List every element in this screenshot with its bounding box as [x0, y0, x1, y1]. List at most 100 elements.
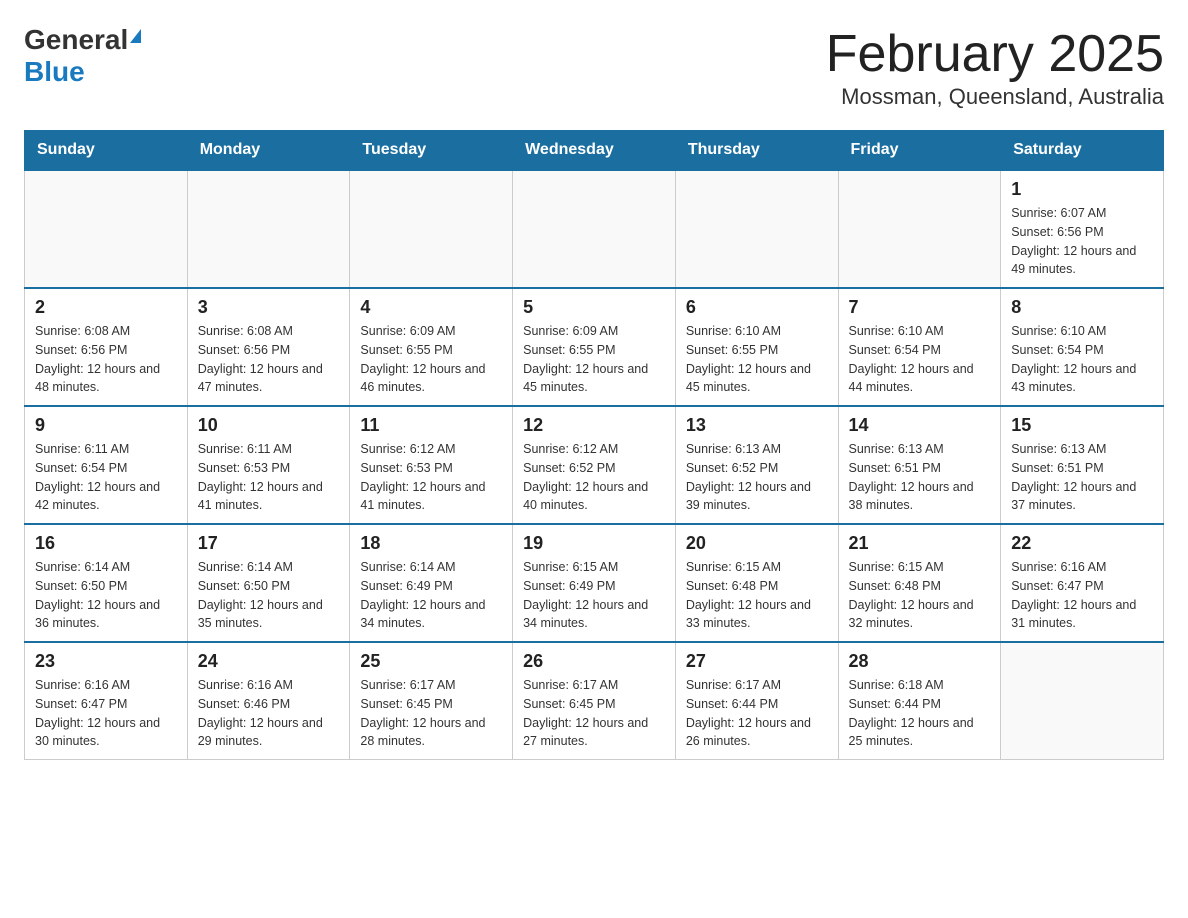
day-number: 3	[198, 297, 340, 318]
day-number: 21	[849, 533, 991, 554]
day-number: 25	[360, 651, 502, 672]
calendar-cell: 25 Sunrise: 6:17 AM Sunset: 6:45 PM Dayli…	[350, 642, 513, 760]
calendar-cell: 17 Sunrise: 6:14 AM Sunset: 6:50 PM Dayli…	[187, 524, 350, 642]
day-info: Sunrise: 6:08 AM Sunset: 6:56 PM Dayligh…	[35, 322, 177, 397]
day-info: Sunrise: 6:10 AM Sunset: 6:55 PM Dayligh…	[686, 322, 828, 397]
calendar-cell: 15 Sunrise: 6:13 AM Sunset: 6:51 PM Dayli…	[1001, 406, 1164, 524]
calendar-cell: 12 Sunrise: 6:12 AM Sunset: 6:52 PM Dayli…	[513, 406, 676, 524]
day-info: Sunrise: 6:07 AM Sunset: 6:56 PM Dayligh…	[1011, 204, 1153, 279]
calendar-cell	[350, 170, 513, 288]
calendar-week-2: 2Sunrise: 6:08 AM Sunset: 6:56 PM Daylig…	[25, 288, 1164, 406]
calendar-title: February 2025	[826, 24, 1164, 84]
logo-general-text: General	[24, 24, 128, 56]
day-info: Sunrise: 6:15 AM Sunset: 6:49 PM Dayligh…	[523, 558, 665, 633]
weekday-header-friday: Friday	[838, 131, 1001, 171]
calendar-cell: 28 Sunrise: 6:18 AM Sunset: 6:44 PM Dayli…	[838, 642, 1001, 760]
calendar-table: SundayMondayTuesdayWednesdayThursdayFrid…	[24, 130, 1164, 760]
weekday-header-tuesday: Tuesday	[350, 131, 513, 171]
day-number: 23	[35, 651, 177, 672]
day-info: Sunrise: 6:14 AM Sunset: 6:49 PM Dayligh…	[360, 558, 502, 633]
calendar-cell: 19 Sunrise: 6:15 AM Sunset: 6:49 PM Dayli…	[513, 524, 676, 642]
day-info: Sunrise: 6:14 AM Sunset: 6:50 PM Dayligh…	[35, 558, 177, 633]
day-number: 1	[1011, 179, 1153, 200]
calendar-cell: 7 Sunrise: 6:10 AM Sunset: 6:54 PM Daylig…	[838, 288, 1001, 406]
calendar-cell: 5Sunrise: 6:09 AM Sunset: 6:55 PM Daylig…	[513, 288, 676, 406]
calendar-cell: 14Sunrise: 6:13 AM Sunset: 6:51 PM Dayli…	[838, 406, 1001, 524]
day-number: 7	[849, 297, 991, 318]
day-number: 4	[360, 297, 502, 318]
day-number: 13	[686, 415, 828, 436]
calendar-week-1: 1 Sunrise: 6:07 AM Sunset: 6:56 PM Daylig…	[25, 170, 1164, 288]
day-number: 26	[523, 651, 665, 672]
day-info: Sunrise: 6:17 AM Sunset: 6:45 PM Dayligh…	[523, 676, 665, 751]
calendar-cell: 4Sunrise: 6:09 AM Sunset: 6:55 PM Daylig…	[350, 288, 513, 406]
calendar-cell: 27 Sunrise: 6:17 AM Sunset: 6:44 PM Dayli…	[675, 642, 838, 760]
day-info: Sunrise: 6:13 AM Sunset: 6:51 PM Dayligh…	[1011, 440, 1153, 515]
calendar-cell: 23Sunrise: 6:16 AM Sunset: 6:47 PM Dayli…	[25, 642, 188, 760]
day-info: Sunrise: 6:15 AM Sunset: 6:48 PM Dayligh…	[686, 558, 828, 633]
day-info: Sunrise: 6:16 AM Sunset: 6:46 PM Dayligh…	[198, 676, 340, 751]
day-number: 20	[686, 533, 828, 554]
weekday-header-monday: Monday	[187, 131, 350, 171]
day-number: 12	[523, 415, 665, 436]
day-info: Sunrise: 6:11 AM Sunset: 6:54 PM Dayligh…	[35, 440, 177, 515]
calendar-cell: 10Sunrise: 6:11 AM Sunset: 6:53 PM Dayli…	[187, 406, 350, 524]
calendar-cell: 20 Sunrise: 6:15 AM Sunset: 6:48 PM Dayli…	[675, 524, 838, 642]
calendar-cell: 24 Sunrise: 6:16 AM Sunset: 6:46 PM Dayli…	[187, 642, 350, 760]
day-number: 9	[35, 415, 177, 436]
day-number: 10	[198, 415, 340, 436]
day-number: 22	[1011, 533, 1153, 554]
weekday-header-wednesday: Wednesday	[513, 131, 676, 171]
day-info: Sunrise: 6:14 AM Sunset: 6:50 PM Dayligh…	[198, 558, 340, 633]
calendar-cell: 9 Sunrise: 6:11 AM Sunset: 6:54 PM Daylig…	[25, 406, 188, 524]
day-info: Sunrise: 6:12 AM Sunset: 6:53 PM Dayligh…	[360, 440, 502, 515]
logo-blue-text: Blue	[24, 56, 85, 88]
calendar-cell: 3 Sunrise: 6:08 AM Sunset: 6:56 PM Daylig…	[187, 288, 350, 406]
day-info: Sunrise: 6:13 AM Sunset: 6:51 PM Dayligh…	[849, 440, 991, 515]
weekday-header-sunday: Sunday	[25, 131, 188, 171]
calendar-cell	[513, 170, 676, 288]
calendar-cell: 22Sunrise: 6:16 AM Sunset: 6:47 PM Dayli…	[1001, 524, 1164, 642]
day-number: 17	[198, 533, 340, 554]
weekday-header-saturday: Saturday	[1001, 131, 1164, 171]
day-info: Sunrise: 6:18 AM Sunset: 6:44 PM Dayligh…	[849, 676, 991, 751]
day-info: Sunrise: 6:10 AM Sunset: 6:54 PM Dayligh…	[849, 322, 991, 397]
day-number: 19	[523, 533, 665, 554]
title-block: February 2025 Mossman, Queensland, Austr…	[826, 24, 1164, 110]
day-info: Sunrise: 6:13 AM Sunset: 6:52 PM Dayligh…	[686, 440, 828, 515]
weekday-header-row: SundayMondayTuesdayWednesdayThursdayFrid…	[25, 131, 1164, 171]
day-number: 15	[1011, 415, 1153, 436]
day-info: Sunrise: 6:10 AM Sunset: 6:54 PM Dayligh…	[1011, 322, 1153, 397]
day-info: Sunrise: 6:09 AM Sunset: 6:55 PM Dayligh…	[523, 322, 665, 397]
calendar-cell	[1001, 642, 1164, 760]
day-number: 16	[35, 533, 177, 554]
day-info: Sunrise: 6:17 AM Sunset: 6:45 PM Dayligh…	[360, 676, 502, 751]
calendar-cell: 8Sunrise: 6:10 AM Sunset: 6:54 PM Daylig…	[1001, 288, 1164, 406]
day-number: 24	[198, 651, 340, 672]
weekday-header-thursday: Thursday	[675, 131, 838, 171]
calendar-cell: 11 Sunrise: 6:12 AM Sunset: 6:53 PM Dayli…	[350, 406, 513, 524]
calendar-cell: 18Sunrise: 6:14 AM Sunset: 6:49 PM Dayli…	[350, 524, 513, 642]
day-number: 27	[686, 651, 828, 672]
calendar-cell	[25, 170, 188, 288]
calendar-cell: 16 Sunrise: 6:14 AM Sunset: 6:50 PM Dayli…	[25, 524, 188, 642]
day-info: Sunrise: 6:15 AM Sunset: 6:48 PM Dayligh…	[849, 558, 991, 633]
calendar-week-5: 23Sunrise: 6:16 AM Sunset: 6:47 PM Dayli…	[25, 642, 1164, 760]
calendar-cell	[838, 170, 1001, 288]
calendar-cell: 1 Sunrise: 6:07 AM Sunset: 6:56 PM Daylig…	[1001, 170, 1164, 288]
day-number: 11	[360, 415, 502, 436]
day-number: 28	[849, 651, 991, 672]
day-info: Sunrise: 6:17 AM Sunset: 6:44 PM Dayligh…	[686, 676, 828, 751]
calendar-cell: 21 Sunrise: 6:15 AM Sunset: 6:48 PM Dayli…	[838, 524, 1001, 642]
calendar-week-3: 9 Sunrise: 6:11 AM Sunset: 6:54 PM Daylig…	[25, 406, 1164, 524]
calendar-week-4: 16 Sunrise: 6:14 AM Sunset: 6:50 PM Dayli…	[25, 524, 1164, 642]
calendar-cell: 13 Sunrise: 6:13 AM Sunset: 6:52 PM Dayli…	[675, 406, 838, 524]
day-info: Sunrise: 6:08 AM Sunset: 6:56 PM Dayligh…	[198, 322, 340, 397]
calendar-cell: 6Sunrise: 6:10 AM Sunset: 6:55 PM Daylig…	[675, 288, 838, 406]
calendar-cell	[187, 170, 350, 288]
calendar-subtitle: Mossman, Queensland, Australia	[826, 84, 1164, 110]
day-info: Sunrise: 6:12 AM Sunset: 6:52 PM Dayligh…	[523, 440, 665, 515]
calendar-cell	[675, 170, 838, 288]
logo-arrow-icon	[130, 29, 141, 43]
calendar-cell: 2Sunrise: 6:08 AM Sunset: 6:56 PM Daylig…	[25, 288, 188, 406]
